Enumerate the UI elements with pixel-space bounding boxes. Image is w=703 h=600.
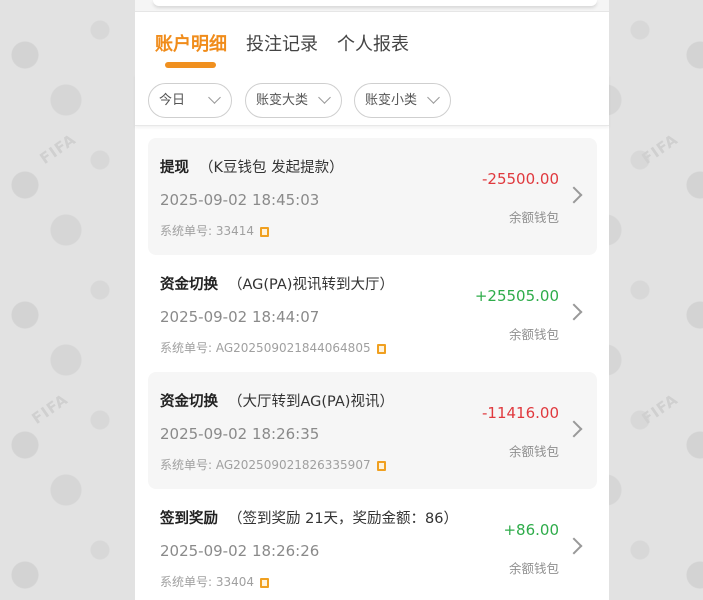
chevron-right-icon [565,537,583,555]
record-type: 资金切换 [160,394,218,410]
copy-icon[interactable] [260,578,270,588]
record-wallet: 余额钱包 [508,210,559,225]
order-number: 33404 [215,575,255,589]
chevron-down-icon [318,91,331,104]
subcategory-filter-label: 账变小类 [365,93,418,108]
category-filter-label: 账变大类 [256,93,309,108]
order-label: 系统单号: [160,575,216,589]
tab-bet-records[interactable]: 投注记录 [246,30,318,56]
record-description: （大厅转到AG(PA)视讯） [228,394,394,410]
record-wallet: 余额钱包 [508,327,559,342]
copy-icon[interactable] [376,344,386,354]
record-amount: +86.00 [503,521,559,539]
chevron-right-icon [565,303,583,321]
subcategory-filter-dropdown[interactable]: 账变小类 [354,83,451,118]
record-amount: -25500.00 [482,170,559,188]
record-time: 2025-09-02 18:26:26 [160,542,320,560]
tab-personal-report[interactable]: 个人报表 [337,30,409,56]
category-filter-dropdown[interactable]: 账变大类 [245,83,342,118]
order-label: 系统单号: [160,224,216,238]
record-type: 提现 [160,160,189,176]
order-number: 33414 [215,224,255,238]
chevron-down-icon [208,91,221,104]
active-tab-indicator [165,62,216,68]
order-number: AG202509021844064805 [215,341,371,355]
record-description: （K豆钱包 发起提款） [199,160,344,176]
chevron-right-icon [565,186,583,204]
main-panel: 账户明细 投注记录 个人报表 今日 账变大类 账变小类 提现 （K豆钱包 发起提款… [135,0,609,600]
transaction-record[interactable]: 提现 （K豆钱包 发起提款） 2025-09-02 18:45:03 系统单号: … [148,138,597,255]
chevron-down-icon [427,91,440,104]
chevron-right-icon [565,420,583,438]
record-type: 签到奖励 [160,511,218,527]
record-description: （签到奖励 21天，奖励金额：86） [228,511,459,527]
record-description: （AG(PA)视讯转到大厅） [228,277,394,293]
order-number: AG202509021826335907 [215,458,371,472]
order-label: 系统单号: [160,458,216,472]
transaction-record[interactable]: 签到奖励 （签到奖励 21天，奖励金额：86） 2025-09-02 18:26:… [148,489,597,600]
header-strip [135,0,609,12]
copy-icon[interactable] [260,227,270,237]
transaction-record[interactable]: 资金切换 （大厅转到AG(PA)视讯） 2025-09-02 18:26:35 系… [148,372,597,489]
order-label: 系统单号: [160,341,216,355]
date-filter-label: 今日 [159,93,186,108]
date-filter-dropdown[interactable]: 今日 [148,83,232,118]
record-time: 2025-09-02 18:45:03 [160,191,320,209]
record-wallet: 余额钱包 [508,444,559,459]
record-amount: -11416.00 [482,404,559,422]
record-amount: +25505.00 [474,287,559,305]
transaction-record[interactable]: 资金切换 （AG(PA)视讯转到大厅） 2025-09-02 18:44:07 系… [148,255,597,372]
record-time: 2025-09-02 18:44:07 [160,308,320,326]
record-type: 资金切换 [160,277,218,293]
filter-bar: 今日 账变大类 账变小类 [135,74,609,126]
record-time: 2025-09-02 18:26:35 [160,425,320,443]
tab-account-details[interactable]: 账户明细 [155,30,227,56]
record-wallet: 余额钱包 [508,561,559,576]
copy-icon[interactable] [376,461,386,471]
